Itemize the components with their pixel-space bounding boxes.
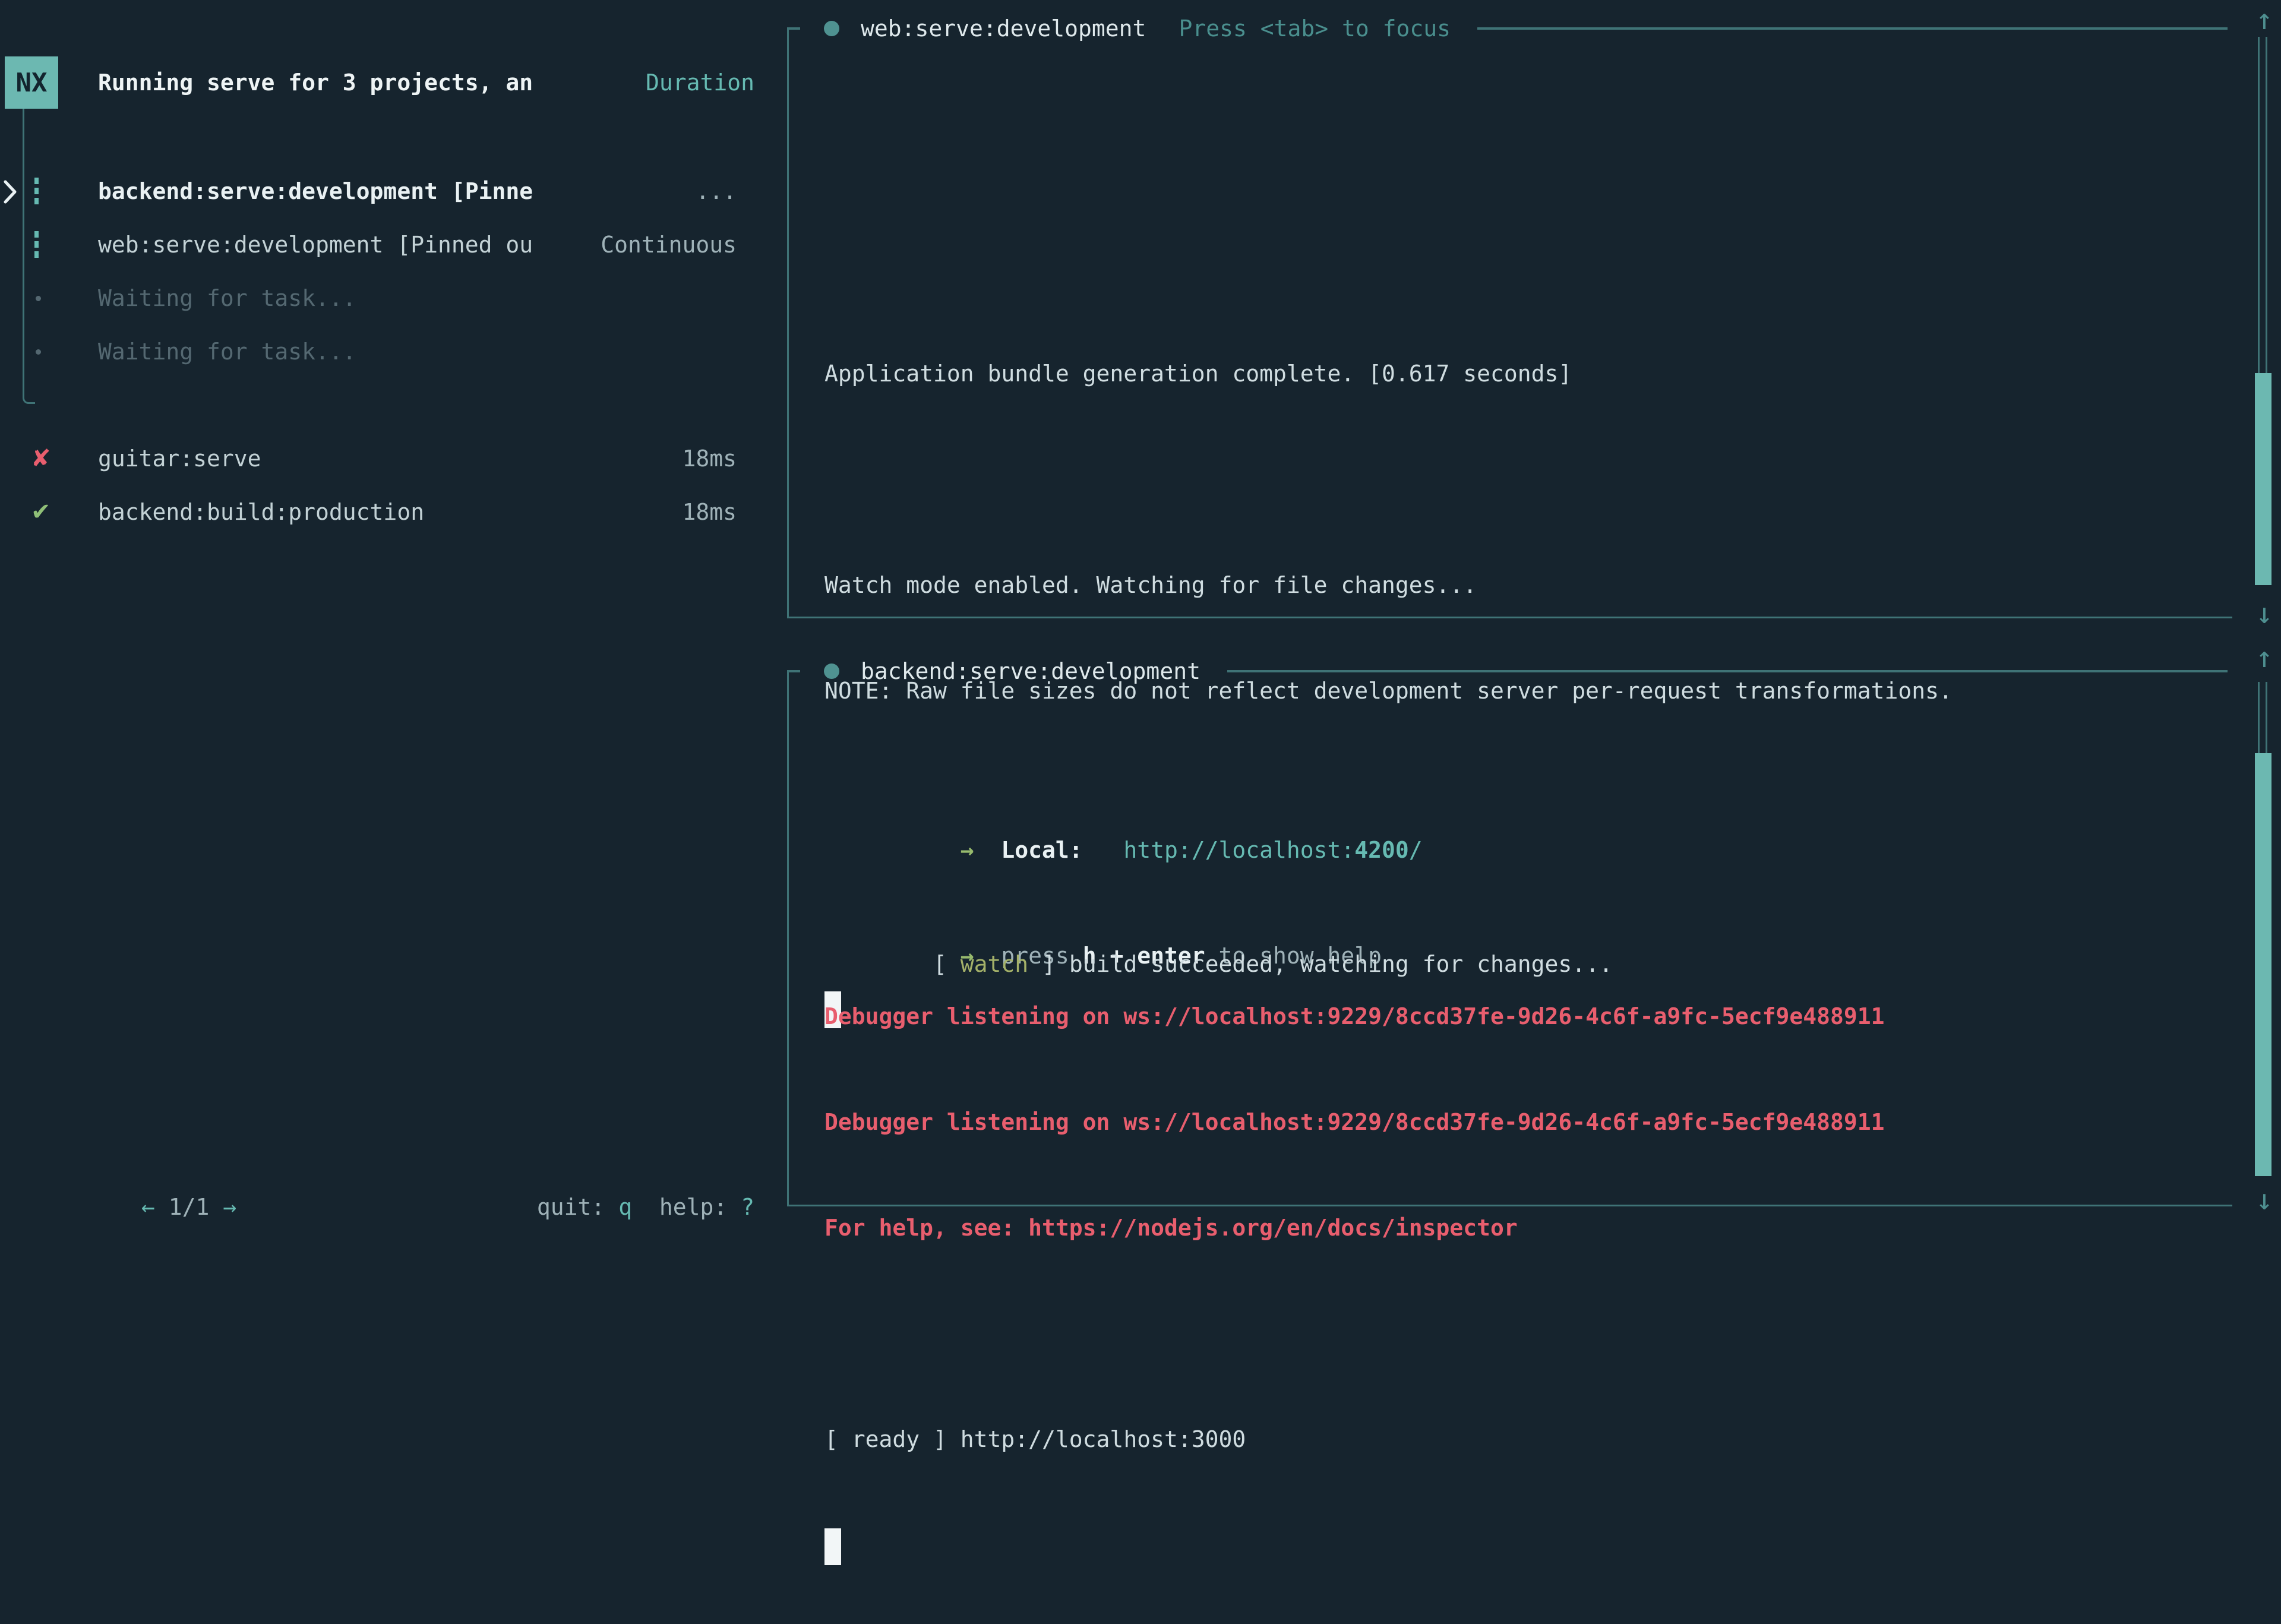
nx-logo: NX (5, 56, 58, 109)
task-duration: 18ms (682, 499, 737, 525)
quit-key: q (618, 1194, 632, 1220)
pane-header: web:serve:development Press <tab> to foc… (787, 2, 2232, 55)
task-name: guitar:serve (98, 446, 261, 472)
pane-focus-hint: Press <tab> to focus (1179, 15, 1451, 42)
quit-label: quit: (537, 1194, 618, 1220)
scroll-up-icon[interactable]: ↑ (2250, 5, 2279, 34)
terminal-output: [ watch ] build succeeded, watching for … (824, 726, 2220, 1624)
task-row-waiting-2[interactable]: Waiting for task... (0, 325, 754, 378)
nx-tui-app: NX Running serve for 3 projects, an Dura… (0, 0, 2281, 1283)
scrollbar-track[interactable] (2258, 682, 2267, 753)
task-row-backend-build[interactable]: ✔ backend:build:production 18ms (0, 485, 754, 539)
border-stub (787, 27, 800, 30)
page-indicator: 1/1 (169, 1194, 210, 1220)
x-mark-icon: ✘ (31, 445, 51, 472)
task-row-backend-serve[interactable]: backend:serve:development [Pinne ... (0, 165, 754, 218)
watch-text: build succeeded, watching for changes... (1069, 951, 1613, 977)
spinner-icon (34, 231, 39, 258)
help-label: help: (632, 1194, 741, 1220)
log-line-ready: [ ready ] http://localhost:3000 (824, 1413, 2220, 1466)
waiting-bullet-icon (36, 349, 41, 355)
keyboard-hints: quit: q help: ? (428, 1168, 754, 1246)
pane-backend-serve-development[interactable]: backend:serve:development [ watch ] buil… (787, 672, 2232, 1206)
scroll-up-icon[interactable]: ↑ (2250, 643, 2279, 672)
log-line-inspector-help: For help, see: https://nodejs.org/en/doc… (824, 1201, 2220, 1255)
header-line (1227, 670, 2228, 672)
task-status-dot-icon (824, 663, 839, 679)
task-name: backend:serve:development [Pinne (98, 178, 533, 204)
task-sidebar: NX Running serve for 3 projects, an Dura… (0, 0, 772, 1283)
bracket: ] (1028, 951, 1069, 977)
sidebar-title: Running serve for 3 projects, an (98, 69, 533, 96)
log-line-debugger-1: Debugger listening on ws://localhost:922… (824, 990, 2220, 1043)
task-status-dot-icon (824, 21, 839, 36)
log-line-bundle-complete: Application bundle generation complete. … (824, 347, 2220, 400)
pane-header: backend:serve:development (787, 644, 2232, 698)
terminal-cursor (824, 1528, 841, 1565)
border-stub (787, 670, 800, 672)
task-duration: 18ms (682, 446, 737, 472)
next-page-arrow-icon[interactable]: → (209, 1194, 236, 1220)
selection-caret-icon (2, 179, 18, 205)
sidebar-footer: ← 1/1 → quit: q help: ? (33, 1180, 754, 1234)
scrollbar-thumb[interactable] (2255, 753, 2271, 1176)
pager: ← 1/1 → (33, 1168, 236, 1246)
task-row-web-serve[interactable]: web:serve:development [Pinned ou Continu… (0, 218, 754, 271)
scrollbar-thumb[interactable] (2255, 373, 2271, 585)
task-name: web:serve:development [Pinned ou (98, 232, 533, 258)
check-mark-icon: ✔ (31, 498, 51, 526)
watch-tag: watch (961, 951, 1028, 977)
log-line-watch-mode: Watch mode enabled. Watching for file ch… (824, 558, 2220, 612)
pane-title: backend:serve:development (861, 658, 1200, 684)
sidebar-header: Running serve for 3 projects, an Duratio… (98, 56, 754, 109)
task-name: Waiting for task... (98, 285, 356, 311)
task-name: Waiting for task... (98, 339, 356, 365)
help-key: ? (741, 1194, 754, 1220)
waiting-bullet-icon (36, 296, 41, 301)
header-line (1477, 27, 2228, 30)
task-row-waiting-1[interactable]: Waiting for task... (0, 271, 754, 325)
duration-column-header: Duration (646, 69, 754, 96)
log-line-debugger-2: Debugger listening on ws://localhost:922… (824, 1095, 2220, 1149)
pane-web-serve-development[interactable]: web:serve:development Press <tab> to foc… (787, 30, 2232, 618)
task-status: ... (696, 178, 737, 204)
task-row-guitar-serve[interactable]: ✘ guitar:serve 18ms (0, 432, 754, 485)
bracket: [ (933, 951, 961, 977)
pane-title: web:serve:development (861, 15, 1146, 42)
scroll-down-icon[interactable]: ↓ (2250, 599, 2279, 628)
scrollbar-track[interactable] (2258, 37, 2267, 373)
spinner-icon (34, 178, 39, 205)
scroll-down-icon[interactable]: ↓ (2250, 1185, 2279, 1215)
prev-page-arrow-icon[interactable]: ← (141, 1194, 169, 1220)
task-status: Continuous (601, 232, 737, 258)
task-name: backend:build:production (98, 499, 424, 525)
log-line-watch: [ watch ] build succeeded, watching for … (824, 884, 2220, 937)
